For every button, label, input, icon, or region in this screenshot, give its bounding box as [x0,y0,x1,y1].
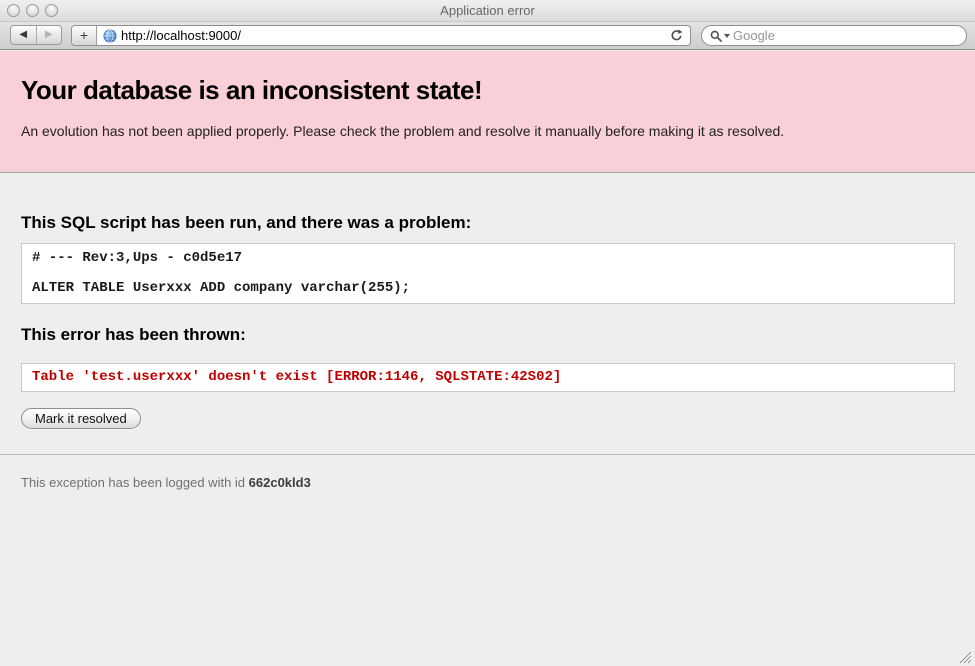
forward-button[interactable]: ▶ [37,26,62,44]
main-content: This SQL script has been run, and there … [0,173,975,490]
browser-window: Application error ◀ ▶ + [0,0,975,666]
page-content: Your database is an inconsistent state! … [0,51,975,666]
exception-id: 662c0kld3 [249,475,311,490]
browser-toolbar: ◀ ▶ + [0,22,975,50]
reload-icon[interactable] [670,29,683,42]
error-thrown-heading: This error has been thrown: [21,304,954,345]
search-input[interactable] [733,26,966,45]
page-title: Your database is an inconsistent state! [21,75,954,106]
back-button[interactable]: ◀ [11,26,37,44]
url-field[interactable] [97,26,690,45]
mark-resolved-button[interactable]: Mark it resolved [21,408,141,429]
new-tab-button[interactable]: + [72,26,97,45]
search-options-caret [724,34,730,38]
sql-script-box: # --- Rev:3,Ups - c0d5e17 ALTER TABLE Us… [21,243,955,304]
divider [0,454,975,455]
titlebar[interactable]: Application error [0,0,975,22]
banner-description: An evolution has not been applied proper… [21,123,954,139]
sql-script-heading: This SQL script has been run, and there … [21,173,954,233]
error-message: Table 'test.userxxx' doesn't exist [ERRO… [32,369,561,385]
window-title: Application error [0,0,975,22]
exception-log-text: This exception has been logged with id [21,475,249,490]
globe-favicon-icon [103,29,117,43]
url-input[interactable] [121,26,666,45]
search-icon[interactable] [710,30,730,42]
sql-script-line: ALTER TABLE Userxxx ADD company varchar(… [32,281,944,296]
search-field[interactable] [701,25,967,46]
error-banner: Your database is an inconsistent state! … [0,51,975,173]
address-bar: + [71,25,691,46]
history-nav: ◀ ▶ [10,25,62,45]
sql-script-line: # --- Rev:3,Ups - c0d5e17 [32,251,944,266]
error-message-box: Table 'test.userxxx' doesn't exist [ERRO… [21,363,955,392]
exception-log-note: This exception has been logged with id 6… [21,475,954,490]
resize-grip-icon[interactable] [958,649,973,664]
